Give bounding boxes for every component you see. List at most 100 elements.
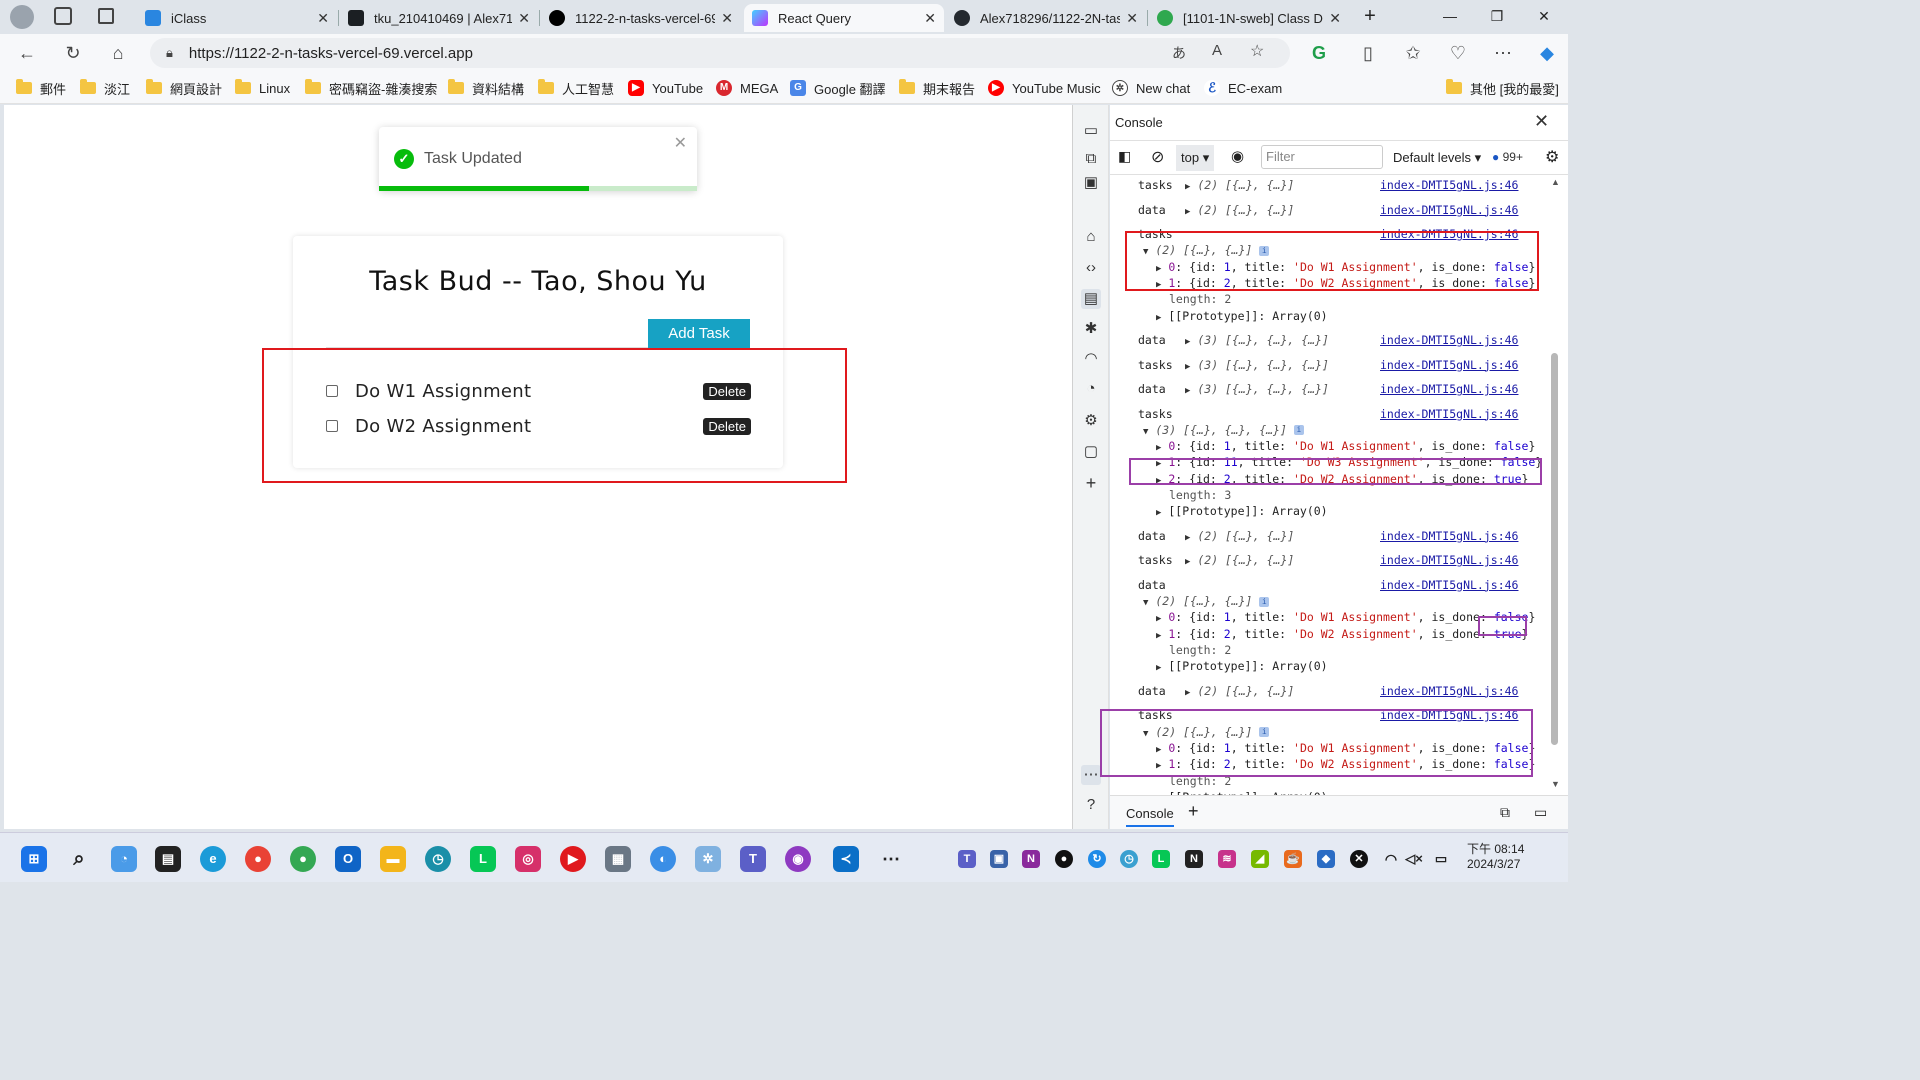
back-icon[interactable]: ← — [14, 40, 40, 66]
log-expanded-summary[interactable]: ▼ (3) [{…}, {…}, {…}] i — [1110, 423, 1550, 439]
address-bar[interactable]: 🔒︎ https://1122-2-n-tasks-vercel-69.verc… — [150, 38, 1290, 68]
settings-gear-icon[interactable]: ⚙ — [1081, 411, 1101, 431]
expand-arrow-icon[interactable]: ▶ — [1185, 362, 1190, 372]
tab-actions-icon[interactable] — [98, 8, 114, 24]
bookmark-google-translate[interactable]: G Google 翻譯 — [790, 79, 886, 97]
bookmark-mega[interactable]: M MEGA — [716, 79, 778, 97]
console-log-line[interactable]: tasks index-DMTI5gNL.js:46 ▶ (2) [{…}, {…}… — [1110, 178, 1550, 194]
performance-icon[interactable]: ◔ — [1081, 379, 1101, 399]
restore-icon[interactable]: ❐ — [1477, 4, 1517, 28]
tab-react-query[interactable]: React Query ✕ — [744, 4, 944, 32]
profile-avatar[interactable] — [10, 5, 34, 29]
outlook-icon[interactable]: O — [335, 846, 361, 872]
expand-arrow-icon[interactable]: ▶ — [1156, 508, 1161, 518]
toast-notification[interactable]: ✓ Task Updated ✕ — [379, 127, 697, 191]
bookmark-final-report[interactable]: 期末報告 — [899, 79, 975, 97]
log-summary[interactable]: ▶ (2) [{…}, {…}] — [1185, 553, 1294, 567]
instagram-icon[interactable]: ◎ — [515, 846, 541, 872]
drawer-console-tab[interactable]: Console — [1126, 806, 1174, 827]
tab-github-user[interactable]: tku_210410469 | Alex718 ✕ — [340, 4, 538, 32]
expand-arrow-icon[interactable]: ▶ — [1156, 631, 1161, 641]
bookmark-linux[interactable]: Linux — [235, 79, 290, 97]
bookmark-ec-exam[interactable]: ℰ EC-exam — [1204, 79, 1282, 97]
source-link[interactable]: index-DMTI5gNL.js:46 — [1380, 553, 1518, 567]
source-link[interactable]: index-DMTI5gNL.js:46 — [1380, 407, 1518, 421]
console-icon[interactable]: ▤ — [1081, 289, 1101, 309]
issues-badge[interactable]: ● 99+ — [1492, 150, 1523, 164]
start-windows-icon[interactable]: ⊞ — [21, 846, 47, 872]
console-settings-icon[interactable]: ⚙ — [1545, 147, 1559, 167]
log-summary[interactable]: ▶ (2) [{…}, {…}] — [1185, 684, 1294, 698]
podcast-icon[interactable]: ◉ — [785, 846, 811, 872]
bookmark-youtube-music[interactable]: ▶ YouTube Music — [988, 79, 1101, 97]
youtube-music-icon[interactable]: ▶ — [560, 846, 586, 872]
expand-arrow-icon[interactable]: ▶ — [1185, 557, 1190, 567]
tab-class-demo[interactable]: [1101-1N-sweb] Class De ✕ — [1149, 4, 1349, 32]
teams-new-icon[interactable]: T — [740, 846, 766, 872]
new-tab-icon[interactable]: + — [1350, 4, 1390, 28]
log-summary[interactable]: ▶ (3) [{…}, {…}, {…}] — [1185, 333, 1329, 347]
home-icon[interactable]: ⌂ — [105, 40, 131, 66]
widgets-icon[interactable]: ◔ — [111, 846, 137, 872]
security-shield-icon[interactable]: ◆ — [1317, 850, 1335, 868]
help-icon[interactable]: ? — [1081, 795, 1101, 815]
calculator-icon[interactable]: ▦ — [605, 846, 631, 872]
tab-iclass[interactable]: iClass ✕ — [137, 4, 337, 32]
close-icon[interactable]: ✕ — [924, 10, 936, 27]
add-task-button[interactable]: Add Task — [648, 319, 750, 349]
expand-arrow-icon[interactable]: ▶ — [1156, 443, 1161, 453]
bookmark-new-chat[interactable]: ✲ New chat — [1112, 79, 1190, 97]
clock-app-icon[interactable]: ◷ — [425, 846, 451, 872]
close-icon[interactable]: ✕ — [1126, 10, 1138, 27]
device-toolbar-icon[interactable]: ▭ — [1081, 121, 1101, 141]
nvidia-tray-icon[interactable]: ◢ — [1251, 850, 1269, 868]
console-log-line[interactable]: tasks index-DMTI5gNL.js:46 — [1110, 407, 1550, 423]
favorites-icon[interactable]: ✩ — [1400, 40, 1426, 66]
translate-icon[interactable]: あ — [1172, 43, 1186, 63]
add-drawer-tab-icon[interactable]: + — [1188, 801, 1199, 822]
maps-icon[interactable]: ◐ — [650, 846, 676, 872]
dock-icon[interactable]: ▣ — [1081, 173, 1101, 193]
console-log-line[interactable]: data index-DMTI5gNL.js:46 — [1110, 578, 1550, 594]
filter-input[interactable]: Filter — [1261, 145, 1383, 169]
sidebar-toggle-icon[interactable]: ◧ — [1118, 148, 1131, 165]
context-select[interactable]: top ▾ — [1176, 145, 1215, 171]
bookmark-youtube[interactable]: ▶ YouTube — [628, 79, 703, 97]
console-log-line[interactable]: tasks index-DMTI5gNL.js:46 ▶ (2) [{…}, {…}… — [1110, 553, 1550, 569]
array-item[interactable]: ▶ 0: {id: 1, title: 'Do W1 Assignment', … — [1110, 439, 1550, 455]
quick-view-icon[interactable]: ⧉ — [1500, 804, 1510, 821]
window-close-icon[interactable]: ✕ — [1524, 4, 1564, 28]
expand-arrow-icon[interactable]: ▶ — [1185, 182, 1190, 192]
split-screen-icon[interactable]: ▯ — [1355, 40, 1381, 66]
tab-github-repo[interactable]: Alex718296/1122-2N-tas ✕ — [946, 4, 1146, 32]
scroll-up-icon[interactable]: ▲ — [1551, 177, 1560, 187]
wifi-icon[interactable]: ◠ — [1382, 850, 1400, 868]
minimize-icon[interactable]: — — [1430, 4, 1470, 28]
file-explorer-icon[interactable]: ▬ — [380, 846, 406, 872]
battery-icon[interactable]: ▭ — [1432, 850, 1450, 868]
expand-arrow-icon[interactable]: ▶ — [1185, 688, 1190, 698]
toast-close-icon[interactable]: ✕ — [674, 133, 687, 153]
close-icon[interactable]: ✕ — [518, 10, 530, 27]
log-summary[interactable]: ▶ (2) [{…}, {…}] — [1185, 178, 1294, 192]
source-link[interactable]: index-DMTI5gNL.js:46 — [1380, 358, 1518, 372]
search-icon[interactable]: ⌕ — [66, 846, 92, 872]
source-link[interactable]: index-DMTI5gNL.js:46 — [1380, 333, 1518, 347]
clear-console-icon[interactable]: ⊘ — [1151, 147, 1164, 167]
workspaces-icon[interactable] — [54, 7, 72, 25]
scroll-down-icon[interactable]: ▼ — [1551, 779, 1560, 789]
expand-arrow-icon[interactable]: ▶ — [1156, 614, 1161, 624]
log-levels-select[interactable]: Default levels ▾ — [1393, 150, 1481, 166]
notion-tray-icon[interactable]: N — [1185, 850, 1203, 868]
more-tools-plus-icon[interactable]: + — [1081, 473, 1101, 493]
console-log-line[interactable]: data index-DMTI5gNL.js:46 ▶ (2) [{…}, {…}] — [1110, 684, 1550, 700]
bookmark-mail[interactable]: 郵件 — [16, 79, 66, 97]
collapse-drawer-icon[interactable]: ▭ — [1534, 804, 1547, 821]
bookmark-crypto[interactable]: 密碼竊盜-雜湊搜索 — [305, 79, 437, 97]
update-tray-icon[interactable]: ↻ — [1088, 850, 1106, 868]
console-log-line[interactable]: data index-DMTI5gNL.js:46 ▶ (3) [{…}, {…},… — [1110, 382, 1550, 398]
close-icon[interactable]: ✕ — [1329, 10, 1341, 27]
bookmark-other-favorites[interactable]: 其他 [我的最愛] — [1446, 79, 1559, 97]
task-view-icon[interactable]: ▤ — [155, 846, 181, 872]
refresh-icon[interactable]: ↻ — [60, 40, 86, 66]
